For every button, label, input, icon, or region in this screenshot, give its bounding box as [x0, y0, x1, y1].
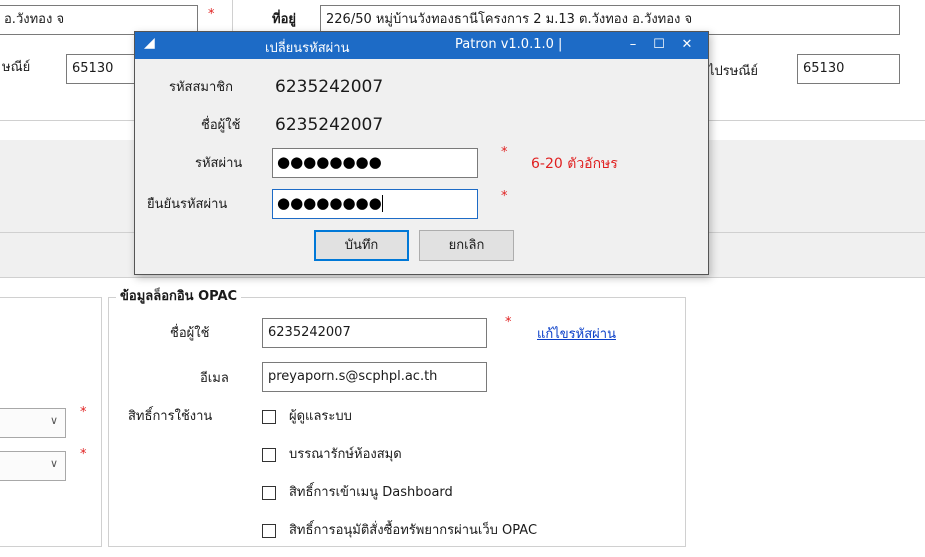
permission-label-librarian: บรรณารักษ์ห้องสมุด: [289, 447, 402, 462]
text-caret: [381, 195, 383, 212]
change-password-dialog: ◢ เปลี่ยนรหัสผ่าน Patron v1.0.1.0 | – ☐ …: [134, 31, 709, 275]
required-mark: *: [501, 145, 508, 160]
maximize-button[interactable]: ☐: [647, 34, 671, 56]
opac-username-field[interactable]: 6235242007: [262, 318, 487, 348]
app-version: Patron v1.0.1.0 |: [455, 37, 563, 52]
password-input[interactable]: ●●●●●●●●: [272, 148, 478, 178]
permission-label-admin: ผู้ดูแลระบบ: [289, 409, 352, 424]
change-password-link[interactable]: แก้ไขรหัสผ่าน: [537, 325, 616, 345]
opac-email-field[interactable]: preyaporn.s@scphpl.ac.th: [262, 362, 487, 392]
separator: [0, 277, 925, 278]
chevron-down-icon: ∨: [49, 457, 58, 470]
required-mark: *: [505, 315, 512, 330]
dialog-titlebar[interactable]: ◢ เปลี่ยนรหัสผ่าน Patron v1.0.1.0 | – ☐ …: [135, 32, 708, 59]
opac-login-title: ข้อมูลล็อกอิน OPAC: [116, 288, 242, 306]
left-combobox-2[interactable]: ∨: [0, 451, 66, 481]
required-mark: *: [501, 189, 508, 204]
save-button[interactable]: บันทึก: [314, 230, 409, 261]
password-hint: 6-20 ตัวอักษร: [531, 156, 618, 172]
postal-left-label: ษณีย์: [2, 60, 31, 75]
username-label: ชื่อผู้ใช้: [201, 118, 241, 133]
confirm-password-input[interactable]: ●●●●●●●●: [272, 189, 478, 219]
opac-email-label: อีเมล: [200, 371, 229, 386]
chevron-down-icon: ∨: [49, 414, 58, 427]
permission-checkbox-approve-order[interactable]: [262, 524, 276, 538]
password-label: รหัสผ่าน: [195, 156, 243, 171]
permission-checkbox-librarian[interactable]: [262, 448, 276, 462]
minimize-button[interactable]: –: [621, 34, 645, 56]
rights-label: สิทธิ์การใช้งาน: [128, 409, 213, 424]
permission-checkbox-admin[interactable]: [262, 410, 276, 424]
left-combobox-1[interactable]: ∨: [0, 408, 66, 438]
member-id-label: รหัสสมาชิก: [169, 80, 233, 95]
postal-right-field[interactable]: 65130: [797, 54, 900, 84]
permission-label-approve-order: สิทธิ์การอนุมัติสั่งซื้อทรัพยากรผ่านเว็บ…: [289, 523, 538, 538]
permission-checkbox-dashboard[interactable]: [262, 486, 276, 500]
required-mark: *: [208, 7, 215, 22]
required-mark: *: [80, 405, 87, 420]
cancel-button[interactable]: ยกเลิก: [419, 230, 514, 261]
username-value: 6235242007: [275, 115, 384, 135]
close-button[interactable]: ✕: [675, 34, 699, 56]
postal-right-label: ไปรษณีย์: [708, 64, 759, 79]
address-label: ที่อยู่: [272, 12, 296, 27]
dialog-title: เปลี่ยนรหัสผ่าน: [265, 41, 350, 56]
opac-username-label: ชื่อผู้ใช้: [170, 326, 210, 341]
member-id-value: 6235242007: [275, 77, 384, 97]
confirm-password-label: ยืนยันรหัสผ่าน: [147, 197, 228, 212]
required-mark: *: [80, 447, 87, 462]
permission-label-dashboard: สิทธิ์การเข้าเมนู Dashboard: [289, 485, 453, 500]
app-icon: ◢: [144, 35, 155, 51]
